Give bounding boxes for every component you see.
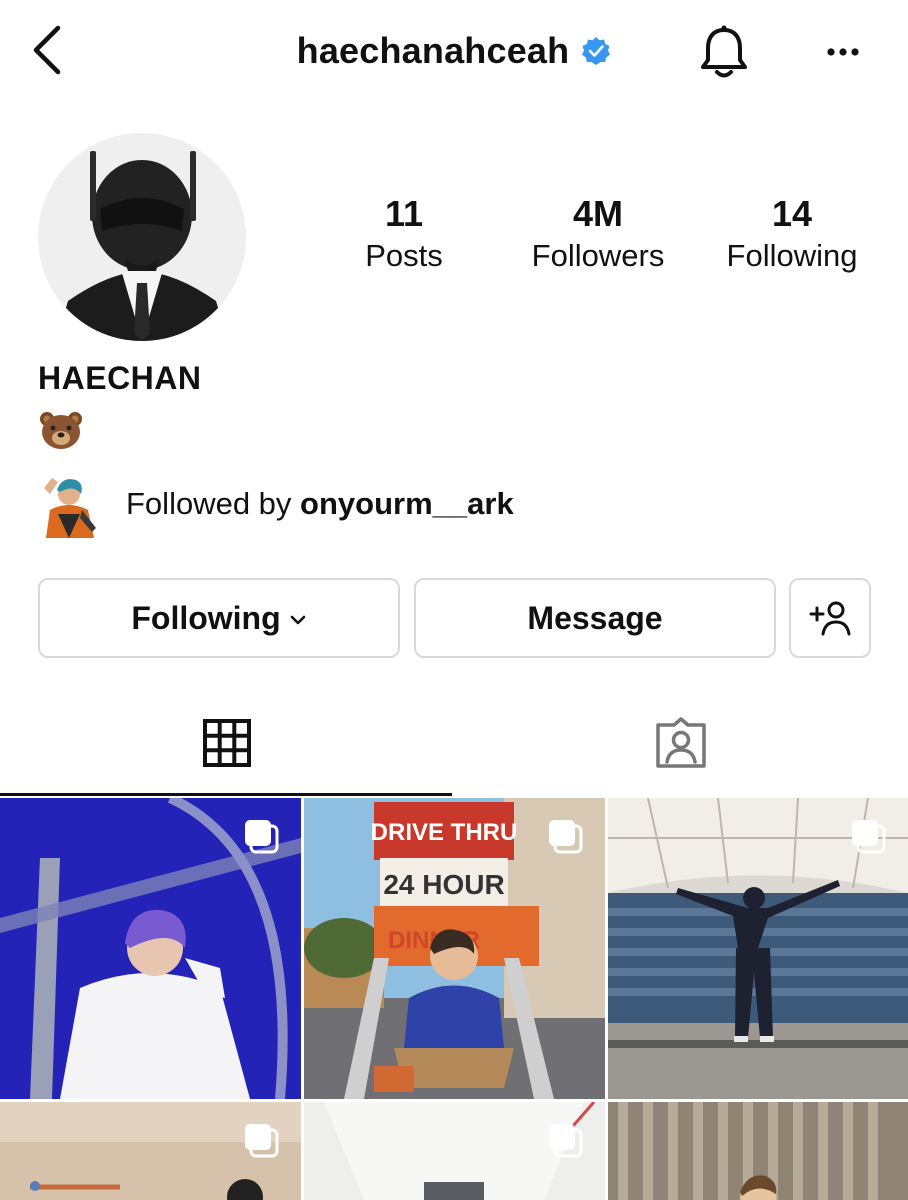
sign-drive-thru: DRIVE THRU [371,819,518,846]
following-button-label: Following [131,599,281,636]
followed-by-user[interactable]: onyourm__ark [300,486,514,521]
multiple-posts-icon [245,820,279,854]
following-label: Following [726,238,858,273]
bear-emoji-icon [40,412,82,449]
message-button[interactable]: Message [414,578,776,658]
multiple-posts-icon [549,1124,583,1158]
tagged-person-icon [656,717,706,768]
more-options-button[interactable] [818,30,868,74]
post-tile[interactable] [304,1102,605,1200]
message-button-label: Message [527,599,663,636]
following-button[interactable]: Following [38,578,400,658]
stat-followers[interactable]: 4M Followers [508,192,688,276]
tab-tagged[interactable] [454,690,908,796]
posts-label: Posts [365,238,443,273]
grid-icon [203,719,251,767]
more-horizontal-icon [827,48,859,56]
bell-icon [701,25,747,78]
add-person-icon [809,601,851,636]
chevron-down-icon [290,615,305,625]
followers-label: Followers [531,238,665,273]
multiple-posts-icon [852,820,886,854]
stat-posts[interactable]: 11 Posts [314,192,494,276]
multiple-posts-icon [245,1124,279,1158]
post-tile[interactable] [608,1102,908,1200]
following-count: 14 [771,193,813,234]
stat-following[interactable]: 14 Following [702,192,882,276]
tab-posts-grid[interactable] [0,690,454,796]
followed-by-avatar[interactable] [38,470,100,538]
post-tile[interactable] [608,798,908,1099]
active-tab-indicator [0,793,452,796]
post-image [608,1102,908,1200]
followed-by-prefix: Followed by [126,486,292,521]
post-tile[interactable]: DRIVE THRU 24 HOUR DINNER [304,798,605,1099]
verified-badge-icon [582,37,611,65]
posts-count: 11 [384,193,424,234]
avatar-image [38,133,246,341]
display-name: HAECHAN [38,360,202,396]
multiple-posts-icon [549,820,583,854]
followed-by-text[interactable]: Followed by onyourm__ark [126,484,514,524]
sign-24-hour: 24 HOUR [383,869,504,900]
post-tile[interactable] [0,798,301,1099]
profile-avatar[interactable] [38,133,246,341]
post-tile[interactable] [0,1102,301,1200]
notifications-button[interactable] [694,22,754,82]
profile-handle: haechanahceah [296,30,570,71]
back-button[interactable] [28,22,68,78]
suggested-users-button[interactable] [789,578,871,658]
followers-count: 4M [572,193,623,234]
chevron-left-icon [33,25,61,75]
